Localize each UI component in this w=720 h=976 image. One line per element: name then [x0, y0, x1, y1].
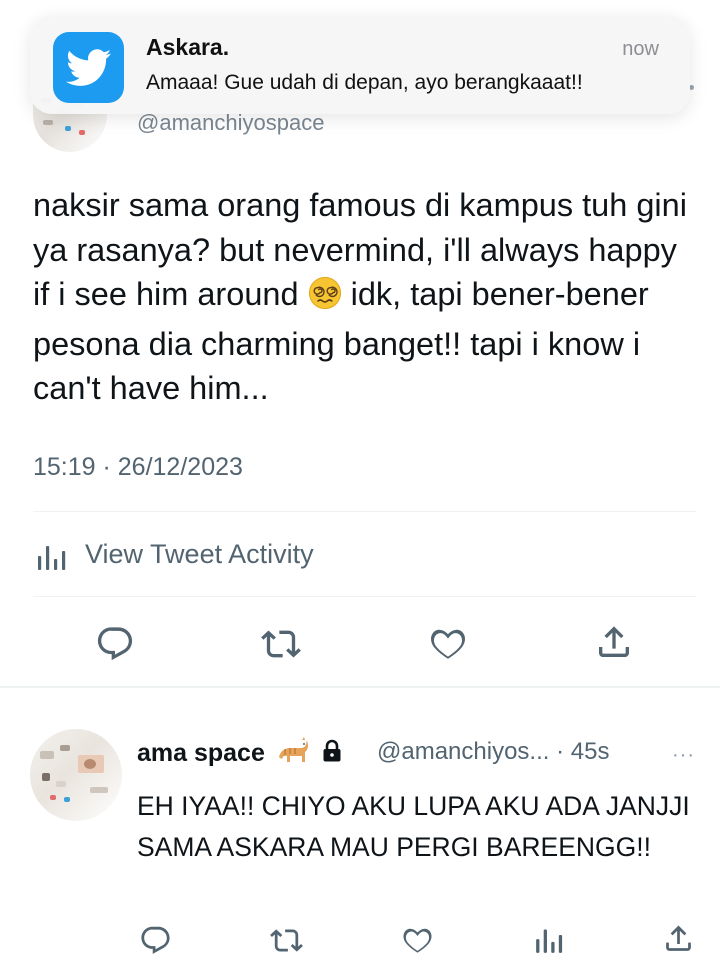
tweet-timestamp[interactable]: 15:19 · 26/12/2023	[33, 453, 243, 482]
more-options-icon[interactable]: ···	[672, 744, 695, 767]
divider	[0, 686, 720, 688]
share-icon[interactable]	[662, 922, 695, 960]
divider	[33, 596, 696, 597]
cat-emoji	[275, 737, 309, 772]
push-notification[interactable]: Askara. now Amaaa! Gue udah di depan, ay…	[30, 16, 690, 114]
notification-title: Askara.	[146, 34, 230, 60]
twitter-bird-icon	[53, 32, 124, 103]
share-icon[interactable]	[594, 622, 634, 667]
dizzy-face-emoji	[308, 276, 342, 322]
retweet-icon[interactable]	[270, 924, 303, 962]
notification-message: Amaaa! Gue udah di depan, ayo berangkaaa…	[146, 71, 583, 94]
reply-icon[interactable]	[95, 624, 135, 669]
divider	[33, 511, 696, 512]
views-icon[interactable]	[532, 924, 565, 962]
view-tweet-activity-link[interactable]: View Tweet Activity	[85, 539, 314, 570]
like-icon[interactable]	[401, 924, 434, 962]
reply-handle-time[interactable]: @amanchiyos... · 45s	[377, 738, 609, 766]
reply-author-name[interactable]: ama space	[137, 737, 342, 772]
analytics-icon[interactable]	[36, 540, 70, 579]
like-icon[interactable]	[428, 624, 468, 669]
reply-icon[interactable]	[139, 924, 172, 962]
lock-icon	[322, 739, 342, 770]
notification-time: now	[622, 38, 659, 60]
reply-author-name-text: ama space	[137, 739, 265, 767]
retweet-icon[interactable]	[261, 624, 301, 669]
reply-text: EH IYAA!! CHIYO AKU LUPA AKU ADA JANJJI …	[137, 791, 690, 862]
reply-avatar[interactable]	[30, 729, 122, 821]
tweet-text: naksir sama orang famous di kampus tuh g…	[33, 183, 693, 411]
